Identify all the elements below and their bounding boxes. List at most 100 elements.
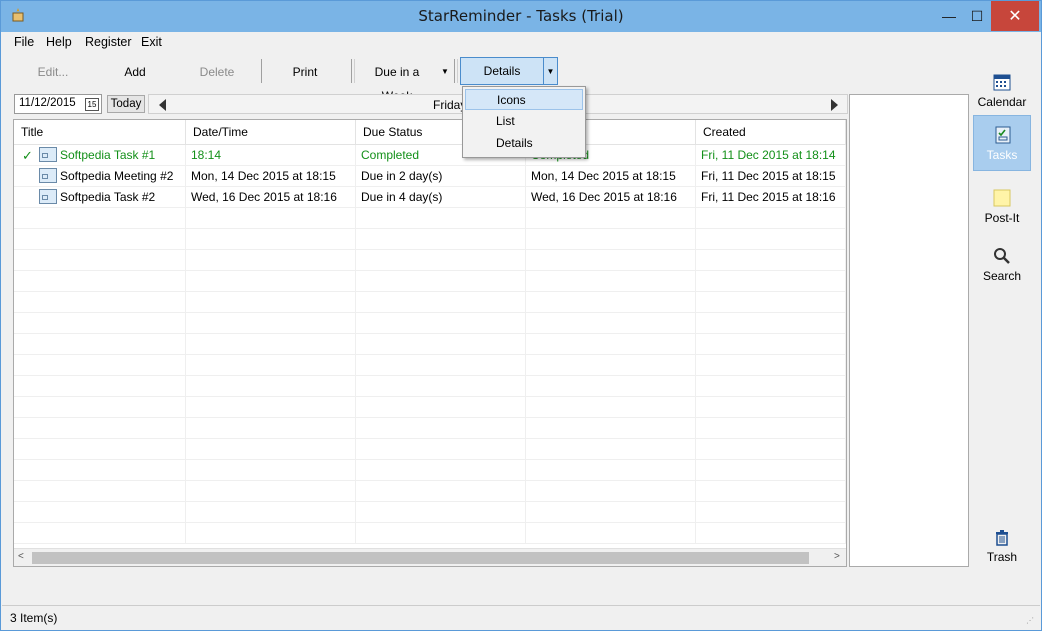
cell-status: Due in 4 day(s) (356, 187, 526, 208)
column-header-datetime[interactable]: Date/Time (186, 120, 356, 145)
status-text: 3 Item(s) (10, 611, 58, 625)
sidebar-label: Calendar (977, 95, 1027, 109)
menu-item-list[interactable]: List (465, 111, 583, 132)
calendar-icon[interactable]: 15 (85, 98, 99, 111)
empty-row (14, 502, 846, 523)
add-button[interactable]: Add (104, 60, 166, 84)
cell-due: Wed, 16 Dec 2015 at 18:16 (526, 187, 696, 208)
menu-item-icons[interactable]: Icons (465, 89, 583, 110)
empty-cell (356, 376, 526, 397)
empty-cell (526, 460, 696, 481)
sticky-note-icon (993, 189, 1011, 207)
empty-cell (14, 523, 186, 544)
delete-button[interactable]: Delete (186, 60, 248, 84)
empty-cell (356, 313, 526, 334)
empty-cell (696, 376, 846, 397)
window-title: StarReminder - Tasks (Trial) (418, 7, 624, 25)
today-button[interactable]: Today (107, 95, 145, 113)
sidebar-search[interactable]: Search (973, 237, 1031, 293)
chevron-down-icon[interactable]: ▼ (438, 60, 452, 84)
sidebar-trash[interactable]: Trash (973, 518, 1031, 574)
table-row[interactable]: ✓Softpedia Task #118:14CompletedComplete… (14, 145, 846, 166)
empty-cell (526, 439, 696, 460)
view-dropdown-button[interactable]: Details ▼ (460, 57, 558, 85)
task-icon (39, 147, 57, 162)
scroll-right-icon[interactable]: > (834, 551, 840, 562)
empty-cell (186, 376, 356, 397)
empty-row (14, 439, 846, 460)
date-picker[interactable]: 11/12/2015 15 (14, 94, 102, 114)
resize-grip-icon[interactable]: ⋰ (1026, 616, 1034, 625)
cell-created: Fri, 11 Dec 2015 at 18:16 (696, 187, 846, 208)
menu-file[interactable]: File (14, 35, 34, 49)
empty-cell (356, 523, 526, 544)
sidebar-label: Search (982, 269, 1022, 283)
empty-row (14, 460, 846, 481)
print-button[interactable]: Print (274, 60, 336, 84)
sidebar-label: Post-It (984, 211, 1020, 225)
toolbar-separator (351, 59, 352, 83)
empty-cell (696, 481, 846, 502)
empty-row (14, 313, 846, 334)
empty-cell (356, 439, 526, 460)
sidebar-label: Tasks (986, 148, 1018, 162)
empty-row (14, 418, 846, 439)
cell-datetime: Wed, 16 Dec 2015 at 18:16 (186, 187, 356, 208)
task-icon (39, 168, 57, 183)
scroll-left-icon[interactable]: < (18, 551, 24, 562)
empty-cell (356, 397, 526, 418)
empty-cell (356, 481, 526, 502)
empty-cell (696, 355, 846, 376)
empty-row (14, 397, 846, 418)
column-header-title[interactable]: Title (14, 120, 186, 145)
column-header-created[interactable]: Created (696, 120, 846, 145)
horizontal-scrollbar[interactable]: < > (14, 548, 846, 566)
empty-row (14, 271, 846, 292)
empty-row (14, 355, 846, 376)
tasks-table: Title Date/Time Due Status Created ✓ Soft… (13, 119, 847, 567)
empty-row (14, 481, 846, 502)
close-button[interactable]: ✕ (991, 1, 1039, 31)
empty-cell (14, 376, 186, 397)
table-row[interactable]: Softpedia Task #2 Wed, 16 Dec 2015 at 18:… (14, 187, 846, 208)
cell-datetime: 18:14 (186, 145, 356, 166)
empty-cell (526, 250, 696, 271)
next-arrow-icon[interactable] (831, 99, 838, 111)
empty-cell (356, 292, 526, 313)
toolbar-separator (261, 59, 262, 83)
maximize-button[interactable]: ☐ (963, 1, 991, 31)
menu-help[interactable]: Help (46, 35, 72, 49)
empty-cell (14, 502, 186, 523)
empty-cell (14, 334, 186, 355)
empty-cell (526, 355, 696, 376)
empty-cell (356, 460, 526, 481)
table-row[interactable]: Softpedia Meeting #2 Mon, 14 Dec 2015 at … (14, 166, 846, 187)
empty-row (14, 292, 846, 313)
menu-exit[interactable]: Exit (141, 35, 162, 49)
empty-cell (186, 355, 356, 376)
empty-cell (526, 292, 696, 313)
empty-cell (696, 208, 846, 229)
sidebar-post-it[interactable]: Post-It (973, 179, 1031, 235)
empty-cell (186, 229, 356, 250)
chevron-down-icon[interactable]: ▼ (543, 58, 557, 84)
search-icon (994, 248, 1010, 264)
empty-cell (696, 250, 846, 271)
sidebar-tasks[interactable]: Tasks (973, 115, 1031, 171)
scrollbar-thumb[interactable] (32, 552, 809, 564)
filter-dropdown[interactable]: Due in a Week (360, 60, 434, 103)
toolbar-separator (354, 59, 355, 83)
empty-cell (526, 334, 696, 355)
empty-cell (14, 355, 186, 376)
menu-item-details[interactable]: Details (465, 133, 583, 154)
menu-register[interactable]: Register (85, 35, 132, 49)
cell-created: Fri, 11 Dec 2015 at 18:15 (696, 166, 846, 187)
minimize-button[interactable]: — (935, 1, 963, 31)
task-icon (39, 189, 57, 204)
empty-cell (696, 439, 846, 460)
sidebar-calendar[interactable]: Calendar (973, 63, 1031, 119)
cell-datetime: Mon, 14 Dec 2015 at 18:15 (186, 166, 356, 187)
toolbar-separator (454, 59, 455, 83)
previous-arrow-icon[interactable] (159, 99, 166, 111)
edit-button[interactable]: Edit... (22, 60, 84, 84)
